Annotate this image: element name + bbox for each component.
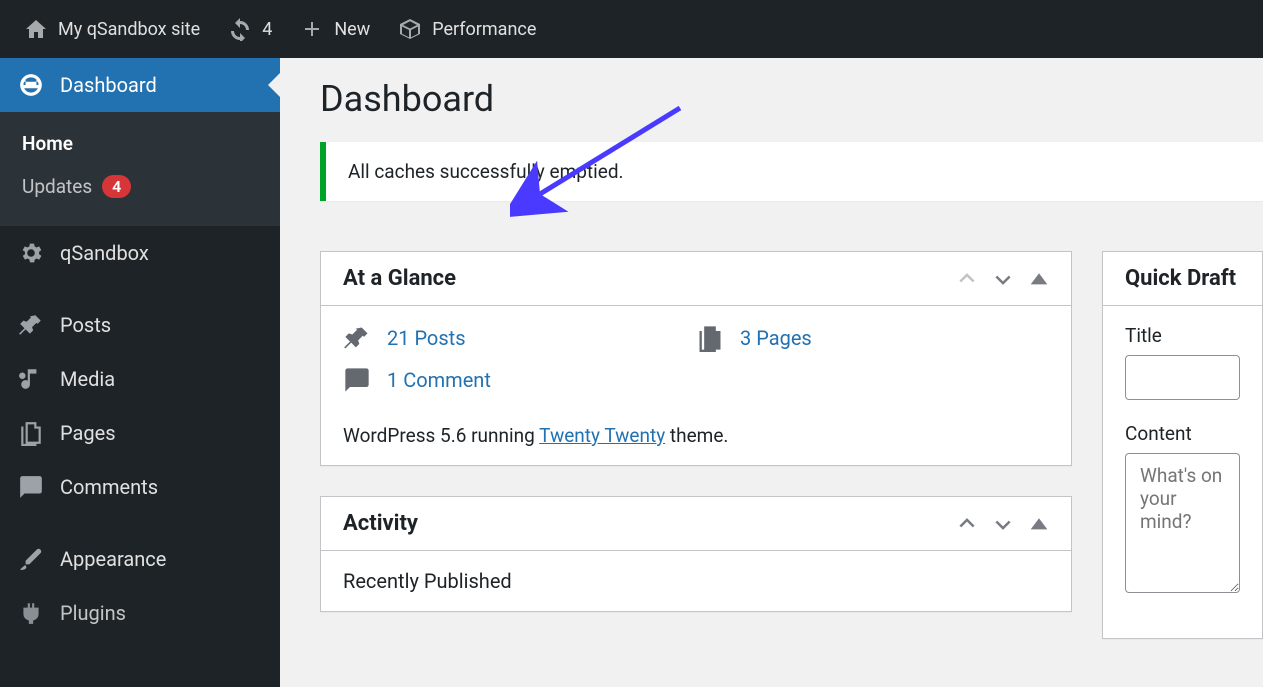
sidebar-dashboard-label: Dashboard <box>60 73 157 97</box>
glance-posts: 21 Posts <box>343 324 696 352</box>
plugin-icon <box>18 600 46 626</box>
glance-pages-link[interactable]: 3 Pages <box>740 326 812 350</box>
quick-draft-content-textarea[interactable] <box>1125 453 1240 593</box>
toggle-icon[interactable] <box>1029 269 1049 289</box>
at-a-glance-box: At a Glance 21 Posts <box>320 251 1072 466</box>
quick-draft-title-input[interactable] <box>1125 355 1240 400</box>
sidebar-plugins-label: Plugins <box>60 601 126 625</box>
admin-toolbar: My qSandbox site 4 New Performance <box>0 0 1263 58</box>
sidebar-item-posts[interactable]: Posts <box>0 298 280 352</box>
plus-icon <box>300 17 324 41</box>
activity-title: Activity <box>343 511 418 536</box>
at-a-glance-title: At a Glance <box>343 266 456 291</box>
sidebar-pages-label: Pages <box>60 421 116 445</box>
quick-draft-box: Quick Draft Title Content <box>1102 251 1263 639</box>
quick-draft-body: Title Content <box>1103 306 1262 638</box>
updates-badge: 4 <box>102 175 131 198</box>
sidebar-media-label: Media <box>60 367 115 391</box>
notice-text: All caches successfully emptied. <box>348 160 624 183</box>
box-icon <box>398 17 422 41</box>
sidebar-item-plugins[interactable]: Plugins <box>0 586 280 640</box>
toolbar-new-label: New <box>334 19 370 40</box>
quick-draft-title-label: Title <box>1125 324 1240 347</box>
comment-icon <box>18 474 46 500</box>
quick-draft-title: Quick Draft <box>1125 266 1236 291</box>
glance-comments: 1 Comment <box>343 366 696 394</box>
quick-draft-content-label: Content <box>1125 422 1240 445</box>
toggle-icon[interactable] <box>1029 514 1049 534</box>
sidebar-appearance-label: Appearance <box>60 547 166 571</box>
move-up-icon[interactable] <box>957 514 977 534</box>
comment-icon <box>343 366 371 394</box>
content-area: Dashboard All caches successfully emptie… <box>280 58 1263 687</box>
toolbar-site-name: My qSandbox site <box>58 19 200 40</box>
move-up-icon[interactable] <box>957 269 977 289</box>
refresh-icon <box>228 17 252 41</box>
sidebar-item-media[interactable]: Media <box>0 352 280 406</box>
glance-pages: 3 Pages <box>696 324 1049 352</box>
pages-icon <box>696 324 724 352</box>
at-a-glance-actions <box>957 269 1049 289</box>
toolbar-updates[interactable]: 4 <box>214 0 286 58</box>
activity-header: Activity <box>321 497 1071 551</box>
home-icon <box>24 17 48 41</box>
dashboard-icon <box>18 72 46 98</box>
activity-body: Recently Published <box>321 551 1071 611</box>
pages-icon <box>18 420 46 446</box>
success-notice: All caches successfully emptied. <box>320 142 1263 201</box>
toolbar-site[interactable]: My qSandbox site <box>10 0 214 58</box>
sidebar-qsandbox-label: qSandbox <box>60 241 149 265</box>
sidebar-item-qsandbox[interactable]: qSandbox <box>0 226 280 280</box>
page-title: Dashboard <box>320 78 1263 120</box>
sidebar-comments-label: Comments <box>60 475 158 499</box>
at-a-glance-header: At a Glance <box>321 252 1071 306</box>
media-icon <box>18 366 46 392</box>
toolbar-updates-count: 4 <box>262 19 272 40</box>
quick-draft-header: Quick Draft <box>1103 252 1262 306</box>
toolbar-performance-label: Performance <box>432 19 536 40</box>
brush-icon <box>18 546 46 572</box>
pin-icon <box>343 324 371 352</box>
sidebar-sub-updates[interactable]: Updates 4 <box>0 165 280 208</box>
sidebar-item-appearance[interactable]: Appearance <box>0 532 280 586</box>
sidebar-item-comments[interactable]: Comments <box>0 460 280 514</box>
admin-sidebar: Dashboard Home Updates 4 qSandbox Posts … <box>0 58 280 687</box>
glance-comments-link[interactable]: 1 Comment <box>387 368 491 392</box>
sidebar-sub-home[interactable]: Home <box>0 122 280 165</box>
glance-theme-link[interactable]: Twenty Twenty <box>539 424 665 447</box>
toolbar-performance[interactable]: Performance <box>384 0 550 58</box>
at-a-glance-body: 21 Posts 3 Pages 1 Comment <box>321 306 1071 465</box>
activity-recently-published: Recently Published <box>343 569 1049 593</box>
glance-posts-link[interactable]: 21 Posts <box>387 326 466 350</box>
sidebar-item-pages[interactable]: Pages <box>0 406 280 460</box>
pin-icon <box>18 312 46 338</box>
activity-actions <box>957 514 1049 534</box>
gear-icon <box>18 240 46 266</box>
toolbar-new[interactable]: New <box>286 0 384 58</box>
glance-footer: WordPress 5.6 running Twenty Twenty them… <box>343 424 1049 447</box>
sidebar-submenu-dashboard: Home Updates 4 <box>0 112 280 226</box>
sidebar-item-dashboard[interactable]: Dashboard <box>0 58 280 112</box>
move-down-icon[interactable] <box>993 514 1013 534</box>
move-down-icon[interactable] <box>993 269 1013 289</box>
sidebar-posts-label: Posts <box>60 313 111 337</box>
activity-box: Activity Recently Published <box>320 496 1072 612</box>
